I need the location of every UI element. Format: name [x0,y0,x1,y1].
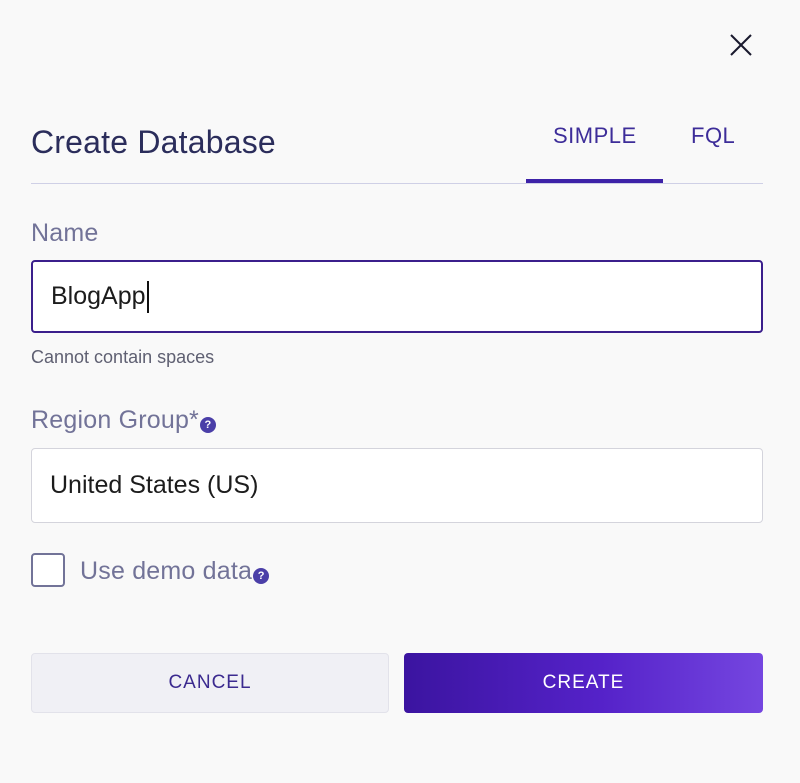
name-input-value: BlogApp [51,282,146,310]
close-button[interactable] [726,30,756,60]
name-hint: Cannot contain spaces [31,347,215,367]
cancel-button[interactable]: CANCEL [31,653,389,713]
tab-fql[interactable]: FQL [691,123,735,149]
name-label: Name [31,219,99,247]
dialog-title: Create Database [31,124,276,160]
dialog-header: Create Database SIMPLE FQL [31,110,763,185]
close-icon [730,34,752,56]
demo-data-label[interactable]: Use demo data? [80,557,270,586]
create-button[interactable]: CREATE [404,653,763,713]
text-caret [146,280,149,313]
demo-data-checkbox[interactable] [31,553,65,587]
region-group-label-text: Region Group* [31,406,199,434]
create-button-label: CREATE [542,672,625,693]
cancel-button-label: CANCEL [168,672,252,693]
demo-data-label-text: Use demo data [80,557,253,585]
region-group-value: United States (US) [50,471,259,499]
question-circle-icon[interactable]: ? [253,568,270,585]
question-circle-icon[interactable]: ? [199,417,216,434]
active-tab-indicator [526,179,663,183]
create-database-dialog: Create Database SIMPLE FQL Name BlogApp … [0,0,800,783]
region-group-select[interactable]: United States (US) [31,448,763,523]
name-input[interactable]: BlogApp [31,260,763,333]
region-group-label: Region Group*? [31,406,216,435]
header-divider [31,183,763,184]
tab-simple[interactable]: SIMPLE [553,123,637,149]
